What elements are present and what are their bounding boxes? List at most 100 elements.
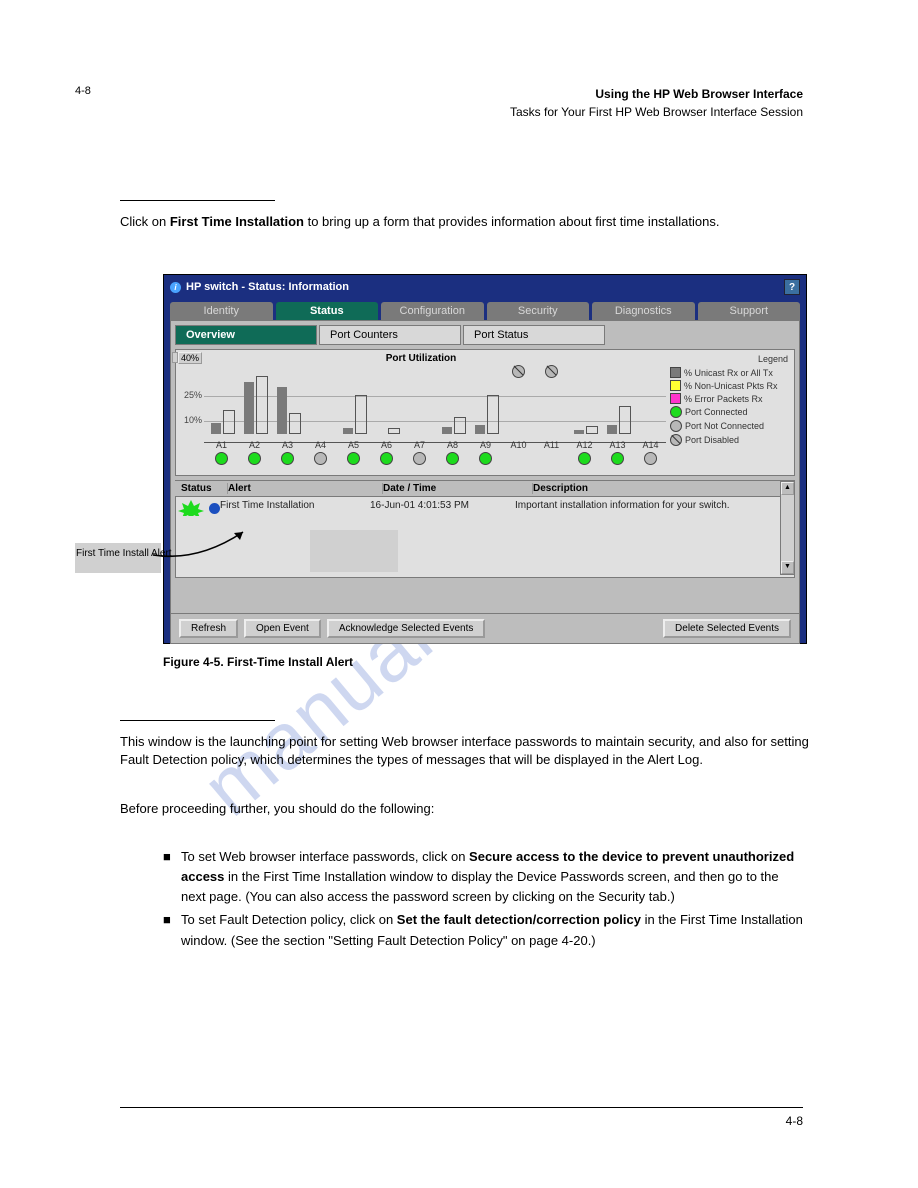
- port-led-icon: [545, 365, 558, 378]
- tab-support[interactable]: Support: [698, 302, 801, 320]
- legend-label: Port Connected: [685, 407, 748, 417]
- header-subtitle: Tasks for Your First HP Web Browser Inte…: [510, 103, 803, 121]
- window-title: HP switch - Status: Information: [186, 281, 349, 293]
- legend-row: % Unicast Rx or All Tx: [670, 367, 790, 378]
- port-col-A11: A11: [536, 367, 567, 467]
- port-col-A13: A13: [602, 367, 633, 467]
- b1-prefix: To set Web browser interface passwords, …: [181, 849, 469, 864]
- y-scale-button[interactable]: 40%: [178, 352, 202, 364]
- bar-gray: [244, 382, 254, 435]
- legend-swatch-icon: [670, 406, 682, 418]
- legend-swatch-icon: [670, 434, 682, 446]
- open-event-button[interactable]: Open Event: [244, 619, 321, 638]
- b2-bold: Set the fault detection/correction polic…: [397, 912, 641, 927]
- port-label: A8: [437, 440, 468, 450]
- port-col-A7: A7: [404, 367, 435, 467]
- port-led-icon: [644, 452, 657, 465]
- intro-bold: First Time Installation: [170, 214, 304, 229]
- bullet-2: ■ To set Fault Detection policy, click o…: [163, 910, 803, 950]
- vertical-scrollbar[interactable]: ▲ ▼: [780, 481, 795, 575]
- port-led-icon: [512, 365, 525, 378]
- scroll-down-icon[interactable]: ▼: [781, 561, 794, 574]
- bar-gray: [343, 428, 353, 434]
- tab-diagnostics[interactable]: Diagnostics: [592, 302, 695, 320]
- tab-identity[interactable]: Identity: [170, 302, 273, 320]
- legend-label: % Error Packets Rx: [684, 394, 763, 404]
- p2-link: Alert Log: [647, 752, 699, 767]
- port-label: A9: [470, 440, 501, 450]
- legend-label: Port Disabled: [685, 435, 739, 445]
- port-label: A1: [206, 440, 237, 450]
- main-tab-strip: Identity Status Configuration Security D…: [164, 299, 806, 320]
- port-led-icon: [578, 452, 591, 465]
- legend-swatch-icon: [670, 380, 681, 391]
- bar-gray: [574, 430, 584, 434]
- legend-swatch-icon: [670, 420, 682, 432]
- bar-gray: [475, 425, 485, 434]
- legend-swatch-icon: [670, 367, 681, 378]
- b2-prefix: To set Fault Detection policy, click on: [181, 912, 397, 927]
- port-label: A12: [569, 440, 600, 450]
- col-datetime: Date / Time: [383, 483, 533, 494]
- intro-pre: Click on: [120, 214, 170, 229]
- port-label: A14: [635, 440, 666, 450]
- port-label: A13: [602, 440, 633, 450]
- port-col-A1: A1: [206, 367, 237, 467]
- sub-tab-port-counters[interactable]: Port Counters: [319, 325, 461, 345]
- bar-gray: [607, 425, 617, 434]
- bullet-icon: ■: [163, 910, 181, 950]
- help-button[interactable]: ?: [784, 279, 800, 295]
- port-label: A4: [305, 440, 336, 450]
- button-row: Refresh Open Event Acknowledge Selected …: [171, 613, 799, 643]
- port-col-A10: A10: [503, 367, 534, 467]
- bar-outline: [487, 395, 499, 435]
- intro-post: to bring up a form that provides informa…: [304, 214, 719, 229]
- legend-swatch-icon: [670, 393, 681, 404]
- sub-tab-port-status[interactable]: Port Status: [463, 325, 605, 345]
- port-led-icon: [281, 452, 294, 465]
- bar-outline: [256, 376, 268, 434]
- port-led-icon: [413, 452, 426, 465]
- tab-configuration[interactable]: Configuration: [381, 302, 484, 320]
- footer: 4-8: [120, 1107, 803, 1128]
- alert-log-header: Status Alert Date / Time Description: [175, 480, 795, 496]
- page-number-bottom: 4-8: [786, 1114, 803, 1128]
- intro-paragraph: Click on First Time Installation to brin…: [120, 213, 820, 231]
- sub-tab-overview[interactable]: Overview: [175, 325, 317, 345]
- legend-label: % Unicast Rx or All Tx: [684, 368, 773, 378]
- status-panel: Overview Port Counters Port Status 40% P…: [170, 320, 800, 644]
- info-dot-icon: [209, 503, 220, 514]
- sub-tab-strip: Overview Port Counters Port Status: [171, 321, 799, 345]
- refresh-button[interactable]: Refresh: [179, 619, 238, 638]
- port-col-A14: A14: [635, 367, 666, 467]
- port-label: A10: [503, 440, 534, 450]
- acknowledge-button[interactable]: Acknowledge Selected Events: [327, 619, 486, 638]
- tab-status[interactable]: Status: [276, 302, 379, 320]
- legend-row: Port Connected: [670, 406, 790, 418]
- app-window: i HP switch - Status: Information ? Iden…: [163, 274, 807, 644]
- alert-datetime: 16-Jun-01 4:01:53 PM: [370, 500, 515, 517]
- alert-description: Important installation information for y…: [515, 500, 792, 517]
- port-led-icon: [611, 452, 624, 465]
- legend-row: Port Disabled: [670, 434, 790, 446]
- port-led-icon: [347, 452, 360, 465]
- bar-outline: [454, 417, 466, 434]
- port-col-A6: A6: [371, 367, 402, 467]
- callout-label-first-time: First Time Install Alert: [76, 548, 172, 560]
- app-titlebar: i HP switch - Status: Information ?: [164, 275, 806, 299]
- bar-outline: [619, 406, 631, 434]
- paragraph-2: This window is the launching point for s…: [120, 733, 820, 769]
- scroll-up-icon[interactable]: ▲: [781, 482, 794, 495]
- b1-suffix: in the First Time Installation window to…: [181, 869, 779, 904]
- port-col-A12: A12: [569, 367, 600, 467]
- p2-pre: This window is the launching point for s…: [120, 734, 809, 767]
- new-badge-icon: [178, 500, 204, 514]
- tab-security[interactable]: Security: [487, 302, 590, 320]
- bar-outline: [223, 410, 235, 435]
- alert-row-first-time[interactable]: First Time Installation 16-Jun-01 4:01:5…: [176, 497, 794, 520]
- bar-outline: [586, 426, 598, 434]
- port-label: A5: [338, 440, 369, 450]
- legend-label: Port Not Connected: [685, 421, 764, 431]
- figure-caption: Figure 4-5. First-Time Install Alert: [163, 655, 353, 669]
- delete-events-button[interactable]: Delete Selected Events: [663, 619, 791, 638]
